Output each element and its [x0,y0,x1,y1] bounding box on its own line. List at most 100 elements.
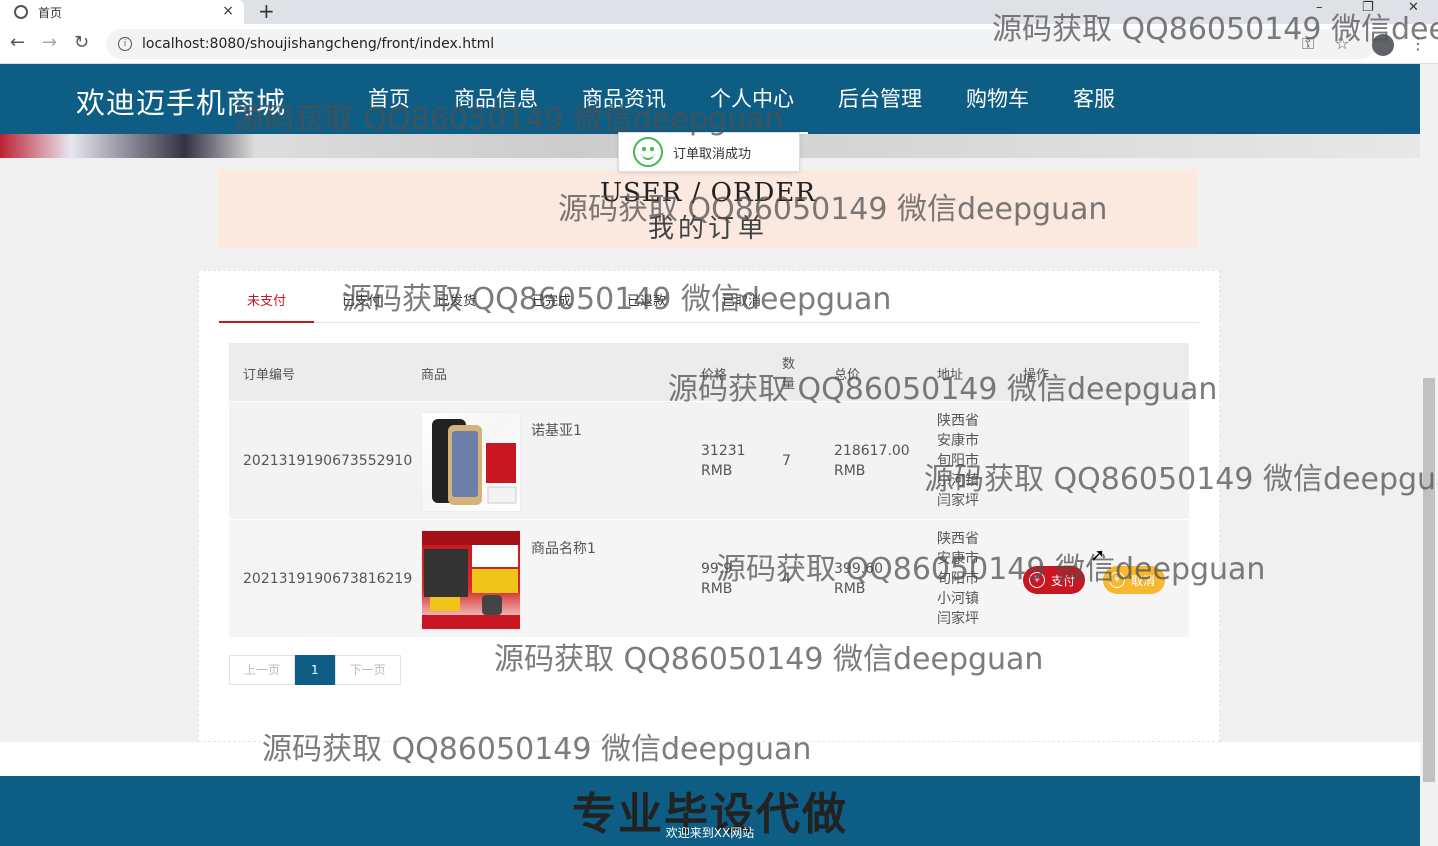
maximize-button[interactable]: ❐ [1362,0,1374,15]
tab-completed[interactable]: 已完成 [504,283,599,322]
address-county: 旬阳市 [937,571,979,587]
yen-icon: ¥ [1029,572,1045,588]
col-product: 商品 [421,368,448,383]
globe-icon [14,5,28,19]
address-village: 闫家坪 [937,493,979,509]
forward-button[interactable]: → [42,32,57,53]
total-value: 399.60 [834,561,883,577]
product-image[interactable] [421,530,521,630]
tab-cancelled[interactable]: 已取消 [694,283,789,322]
address-province: 陕西省 [937,531,979,547]
total-unit: RMB [834,463,866,479]
page-bottom-spacer [0,742,1420,776]
nav-home[interactable]: 首页 [346,64,432,134]
tab-shipped[interactable]: 已发货 [409,283,504,322]
nav-admin[interactable]: 后台管理 [816,64,944,134]
nav-service[interactable]: 客服 [1051,64,1137,134]
pay-button-label: 支付 [1051,573,1076,588]
site-info-icon[interactable]: i [118,37,132,51]
next-page-button[interactable]: 下一页 [334,655,401,685]
smile-icon [633,137,663,167]
prev-page-button[interactable]: 上一页 [229,655,296,685]
cancel-button-label: 取消 [1131,573,1156,588]
cancel-button[interactable]: ¥ 取消 [1103,566,1166,594]
price-value: 99.9 [701,561,733,577]
browser-tab-title: 首页 [38,5,63,20]
browser-tab[interactable]: 首页 × [0,0,244,24]
url-field[interactable]: i localhost:8080/shoujishangcheng/front/… [106,29,1376,59]
col-total: 总价 [834,368,861,383]
key-icon[interactable]: ⚿ [1302,34,1314,54]
col-qty-1: 数 [782,357,796,372]
tab-paid[interactable]: 已支付 [314,283,409,322]
pagination: 上一页 1 下一页 [229,655,401,685]
minimize-button[interactable]: – [1316,0,1323,15]
table-row: 2021319190673552910 诺基亚1 31231 RMB 7 218… [229,401,1189,519]
address-city: 安康市 [937,433,979,449]
scrollbar-thumb[interactable] [1423,378,1435,782]
product-name[interactable]: 商品名称1 [531,539,596,559]
table-header: 订单编号 商品 价格 数 量 总价 地址 操作 [229,343,1189,401]
address-county: 旬阳市 [937,453,979,469]
quantity: 4 [782,571,791,587]
browser-tab-strip: 首页 × + – ❐ ✕ [0,0,1438,24]
window-close-button[interactable]: ✕ [1408,0,1419,15]
new-tab-button[interactable]: + [258,0,275,22]
site-logo[interactable]: 欢迪迈手机商城 [76,80,286,122]
nav-user-center[interactable]: 个人中心 [688,64,816,134]
footer-welcome-text: 欢迎来到XX网站 [665,826,755,840]
bookmark-star-icon[interactable]: ☆ [1335,34,1349,53]
col-action: 操作 [1023,368,1050,383]
page-title-en: USER / ORDER [600,178,816,208]
price-unit: RMB [701,463,733,479]
address-city: 安康市 [937,551,979,567]
order-status-tabs: 未支付 已支付 已发货 已完成 已退款 已取消 [219,283,1199,323]
main-nav: 首页 商品信息 商品资讯 个人中心 后台管理 购物车 客服 [346,64,1137,134]
nav-products[interactable]: 商品信息 [432,64,560,134]
col-price: 价格 [701,368,728,383]
total-unit: RMB [834,581,866,597]
product-image[interactable] [421,412,521,512]
order-number: 2021319190673552910 [243,453,413,469]
order-number: 2021319190673816219 [243,571,413,587]
success-toast: 订单取消成功 [618,132,800,172]
orders-table: 订单编号 商品 价格 数 量 总价 地址 操作 2021319190673552… [229,343,1189,637]
site-footer: 专业毕设代做 欢迎来到XX网站 [0,776,1420,846]
nav-cart[interactable]: 购物车 [944,64,1051,134]
address-bar: ← → ↻ i localhost:8080/shoujishangcheng/… [0,24,1438,64]
address-town: 小河镇 [937,591,979,607]
product-name[interactable]: 诺基亚1 [531,421,582,441]
address-village: 闫家坪 [937,611,979,627]
page-title-box: USER / ORDER 我的订单 [218,170,1198,248]
tab-refunded[interactable]: 已退款 [599,283,694,322]
orders-panel: 未支付 已支付 已发货 已完成 已退款 已取消 订单编号 商品 价格 数 量 总… [198,270,1220,742]
pay-button[interactable]: ¥ 支付 [1023,566,1086,594]
col-address: 地址 [937,368,964,383]
browser-menu-icon[interactable]: ⋮ [1410,34,1426,53]
profile-avatar[interactable] [1372,34,1394,56]
toast-message: 订单取消成功 [673,146,752,162]
site-header: 欢迪迈手机商城 首页 商品信息 商品资讯 个人中心 后台管理 购物车 客服 [0,64,1420,134]
tab-close-icon[interactable]: × [222,3,234,19]
page-1-button[interactable]: 1 [295,655,335,685]
nav-news[interactable]: 商品资讯 [560,64,688,134]
address-town: 小河镇 [937,473,979,489]
col-qty-2: 量 [782,377,796,392]
phone-image-icon [432,419,517,505]
reload-button[interactable]: ↻ [74,32,89,53]
total-value: 218617.00 [834,443,910,459]
quantity: 7 [782,453,791,469]
table-row: 2021319190673816219 商品名称1 99.9 RMB 4 399… [229,519,1189,637]
yen-icon: ¥ [1109,572,1125,588]
tab-unpaid[interactable]: 未支付 [219,283,314,323]
page-title-cn: 我的订单 [647,214,768,244]
url-text: localhost:8080/shoujishangcheng/front/in… [142,36,495,52]
promo-image-icon [422,531,520,629]
price-unit: RMB [701,581,733,597]
address-province: 陕西省 [937,413,979,429]
page-scrollbar[interactable] [1420,64,1438,846]
mouse-cursor-icon: ➚ [1090,545,1106,566]
price-value: 31231 [701,443,746,459]
back-button[interactable]: ← [10,32,25,53]
col-order-no: 订单编号 [243,368,296,383]
